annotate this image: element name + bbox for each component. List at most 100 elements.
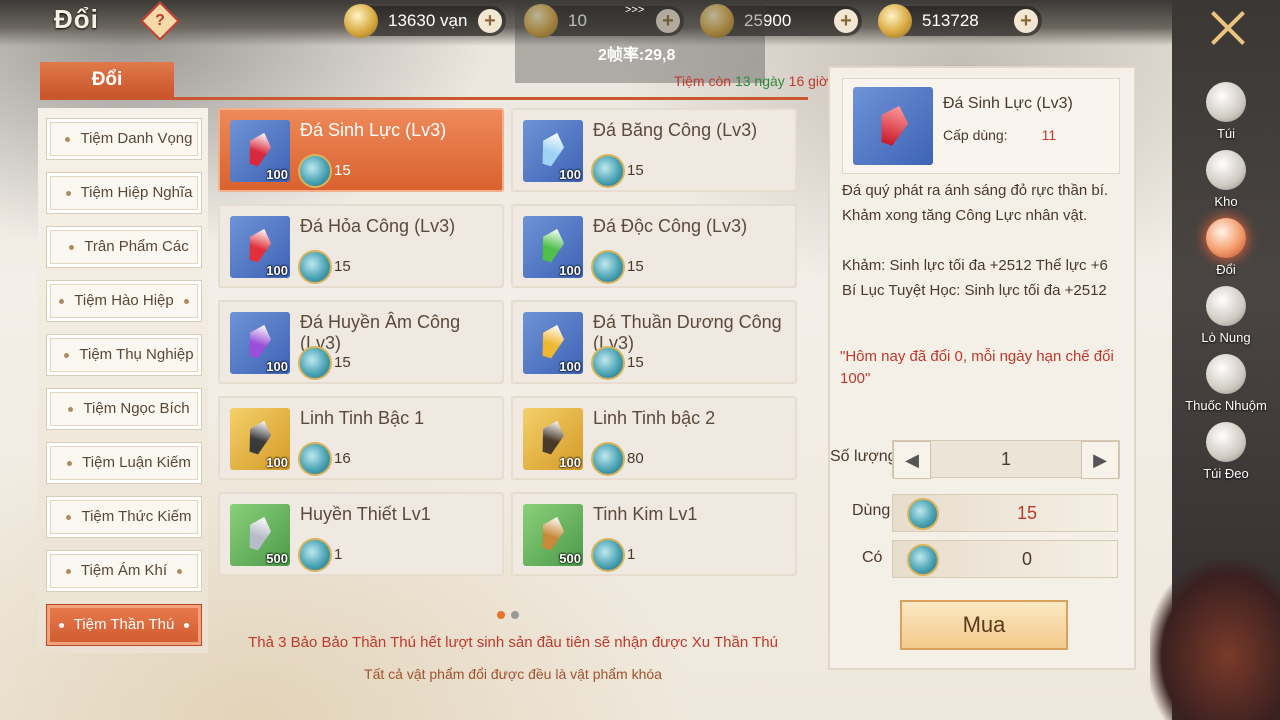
- sidebar-item-label: Tiệm Hào Hiệp: [74, 292, 174, 309]
- sidebar-item-3[interactable]: Tiệm Hào Hiệp: [46, 280, 202, 322]
- sidebar-item-7[interactable]: Tiệm Thức Kiếm: [46, 496, 202, 560]
- buy-button[interactable]: Mua: [900, 600, 1068, 650]
- sidebar-item-5[interactable]: Tiệm Ngọc Bích: [46, 388, 202, 452]
- page-indicator: [497, 606, 525, 624]
- bullet-icon: [68, 406, 74, 412]
- item-name: Linh Tinh bậc 2: [593, 408, 716, 428]
- item-name: Huyền Thiết Lv1: [300, 504, 431, 524]
- item-icon-box: 500: [230, 504, 290, 566]
- exchange-icon: [1206, 218, 1246, 258]
- item-icon-box: 100: [230, 216, 290, 278]
- blue-gem-icon: [536, 129, 567, 168]
- item-name: Đá Hỏa Công (Lv3): [300, 216, 456, 236]
- nav-item-4[interactable]: Thuốc Nhuộm: [1172, 354, 1280, 426]
- bullet-icon: [65, 136, 71, 142]
- quantity-stepper: ◀ 1 ▶: [892, 440, 1120, 479]
- bullet-icon: [65, 190, 71, 196]
- beast-coin-icon: [298, 442, 332, 476]
- shop-item-card[interactable]: 100 Đá Độc Công (Lv3) 15: [511, 204, 797, 288]
- item-price: 16: [334, 450, 351, 467]
- bullet-icon: [66, 514, 72, 520]
- sidebar-item-label: Tiệm Thức Kiếm: [81, 508, 192, 525]
- detail-level: Cấp dùng: 11: [943, 127, 1057, 143]
- purple-gem-icon: [243, 321, 274, 360]
- item-icon-box: 100: [523, 120, 583, 182]
- add-copper-button[interactable]: +: [478, 9, 502, 33]
- yellow-gem-icon: [536, 321, 567, 360]
- gold-ingot-icon: [878, 4, 912, 38]
- bullet-icon: [59, 298, 65, 304]
- beast-coin-icon: [591, 346, 625, 380]
- shop-item-card[interactable]: 100 Đá Huyền Âm Công (Lv3) 15: [218, 300, 504, 384]
- detail-header: Đá Sinh Lực (Lv3) Cấp dùng: 11: [842, 78, 1120, 174]
- item-price: 1: [334, 546, 343, 563]
- nav-item-0[interactable]: Túi: [1172, 82, 1280, 154]
- sidebar-item-4[interactable]: Tiệm Thụ Nghiệp: [46, 334, 202, 398]
- nav-item-5[interactable]: Túi Đeo: [1172, 422, 1280, 494]
- bag-icon: [1206, 82, 1246, 122]
- page-dot-2[interactable]: [511, 611, 519, 619]
- item-detail-panel: Đá Sinh Lực (Lv3) Cấp dùng: 11 Đá quý phá…: [828, 66, 1136, 670]
- sidebar-item-1[interactable]: Tiệm Hiệp Nghĩa: [46, 172, 202, 236]
- shop-item-card[interactable]: 100 Đá Sinh Lực (Lv3) 15: [218, 108, 504, 192]
- sidebar-item-2[interactable]: Trân Phẩm Các: [46, 226, 202, 290]
- fps-readout: 2帧率:29,8: [598, 47, 676, 64]
- beast-coin-icon: [591, 442, 625, 476]
- bullet-icon: [177, 568, 183, 574]
- resource-value: 13630 vạn: [388, 11, 468, 30]
- sidebar-item-label: Trân Phẩm Các: [84, 238, 189, 255]
- nav-item-1[interactable]: Kho: [1172, 150, 1280, 222]
- sidebar-item-label: Tiệm Ngọc Bích: [83, 400, 190, 417]
- detail-stat-2: Bí Lục Tuyệt Học: Sinh lực tối đa +2512: [842, 282, 1107, 299]
- nav-item-3[interactable]: Lò Nung: [1172, 286, 1280, 358]
- add-silver-button[interactable]: +: [834, 9, 858, 33]
- shop-timer: Tiệm còn 13 ngày 16 giờ: [674, 73, 829, 89]
- item-name: Đá Sinh Lực (Lv3): [300, 120, 447, 140]
- sidebar-item-0[interactable]: Tiệm Danh Vọng: [46, 118, 202, 182]
- nav-item-2[interactable]: Đổi: [1172, 218, 1280, 290]
- shop-item-card[interactable]: 100 Đá Hỏa Công (Lv3) 15: [218, 204, 504, 288]
- sidebar-item-label: Tiệm Hiệp Nghĩa: [80, 184, 193, 201]
- silver-ore-icon: [243, 513, 274, 552]
- nav-label: Lò Nung: [1201, 330, 1251, 345]
- tab-exchange[interactable]: Đổi: [40, 62, 174, 98]
- detail-stat-1: Khảm: Sinh lực tối đa +2512 Thể lực +6: [842, 257, 1108, 274]
- sidebar-item-9[interactable]: Tiệm Thần Thú: [46, 604, 202, 646]
- increase-quantity-button[interactable]: ▶: [1081, 441, 1119, 479]
- sidebar-item-label: Tiệm Luận Kiếm: [82, 454, 191, 471]
- beast-coin-icon: [298, 154, 332, 188]
- item-price: 15: [627, 162, 644, 179]
- shop-item-card[interactable]: 100 Đá Thuần Dương Công (Lv3) 15: [511, 300, 797, 384]
- pouch-icon: [1206, 422, 1246, 462]
- shop-item-card[interactable]: 500 Huyền Thiết Lv1 1: [218, 492, 504, 576]
- close-button[interactable]: [1208, 8, 1248, 48]
- nav-label: Đổi: [1216, 262, 1236, 277]
- item-price: 15: [334, 354, 351, 371]
- item-name: Linh Tinh Bậc 1: [300, 408, 425, 428]
- add-gold-ingot-button[interactable]: +: [1014, 9, 1038, 33]
- copper-coin-icon: [344, 4, 378, 38]
- sidebar-item-6[interactable]: Tiệm Luận Kiếm: [46, 442, 202, 506]
- decrease-quantity-button[interactable]: ◀: [893, 441, 931, 479]
- cost-bar: 15: [892, 494, 1118, 532]
- sidebar-item-8[interactable]: Tiệm Ám Khí: [46, 550, 202, 592]
- shop-item-card[interactable]: 500 Tinh Kim Lv1 1: [511, 492, 797, 576]
- nav-label: Túi: [1216, 126, 1236, 141]
- beast-coin-icon: [591, 154, 625, 188]
- sidebar-item-label: Tiệm Danh Vọng: [80, 130, 193, 147]
- shop-item-card[interactable]: 100 Linh Tinh Bậc 1 16: [218, 396, 504, 480]
- item-icon-box: 100: [230, 408, 290, 470]
- item-name: Đá Huyền Âm Công (Lv3): [300, 312, 461, 353]
- warehouse-icon: [1206, 150, 1246, 190]
- fire-gem-icon: [243, 225, 274, 264]
- tab-underline: [40, 97, 808, 100]
- item-icon-box: 100: [230, 120, 290, 182]
- page-dot-1[interactable]: [497, 611, 505, 619]
- item-name: Đá Thuần Dương Công (Lv3): [593, 312, 782, 353]
- shop-item-card[interactable]: 100 Đá Băng Công (Lv3) 15: [511, 108, 797, 192]
- shop-item-card[interactable]: 100 Linh Tinh bậc 2 80: [511, 396, 797, 480]
- bullet-icon: [65, 568, 71, 574]
- beast-coin-icon: [298, 538, 332, 572]
- bullet-icon: [69, 244, 75, 250]
- beast-coin-icon: [907, 544, 939, 576]
